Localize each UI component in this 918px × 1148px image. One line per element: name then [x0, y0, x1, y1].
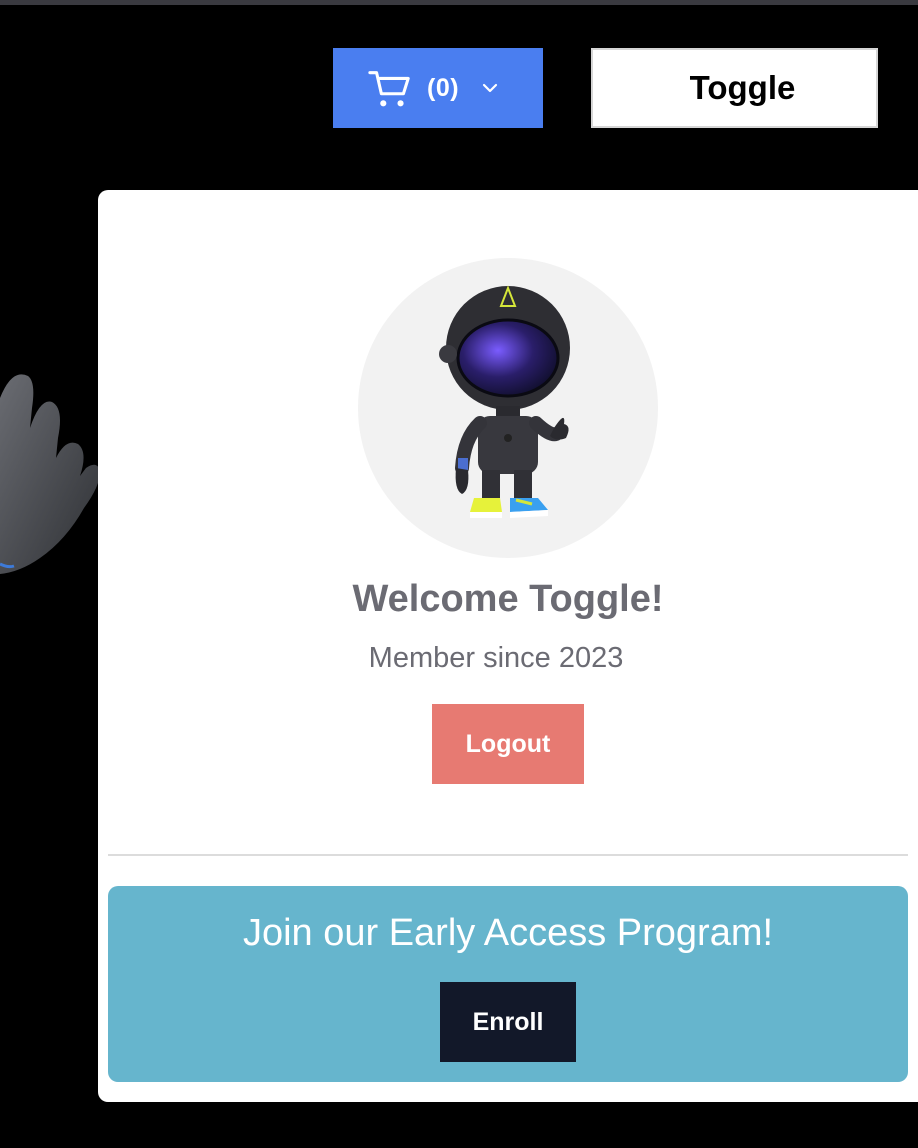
member-since-text: Member since 2023	[368, 642, 624, 674]
welcome-heading: Welcome Toggle!	[352, 578, 664, 620]
cart-button[interactable]: (0)	[333, 48, 543, 128]
page: (0) Toggle Welcome Toggle! Member since …	[0, 0, 918, 1148]
profile-card: Welcome Toggle! Member since 2023 Logout…	[98, 190, 918, 1102]
early-access-banner: Join our Early Access Program! Enroll	[108, 886, 908, 1082]
top-border	[0, 0, 918, 5]
toggle-button[interactable]: Toggle	[591, 48, 878, 128]
chevron-down-icon	[482, 83, 498, 93]
avatar	[358, 258, 658, 558]
glove-illustration	[0, 374, 100, 574]
logout-button[interactable]: Logout	[432, 704, 584, 784]
cart-count: (0)	[427, 73, 460, 102]
early-access-text: Join our Early Access Program!	[242, 912, 774, 954]
enroll-button[interactable]: Enroll	[440, 982, 576, 1062]
divider	[108, 854, 908, 856]
shopping-cart-icon	[368, 71, 410, 107]
astronaut-avatar-icon	[439, 285, 570, 518]
